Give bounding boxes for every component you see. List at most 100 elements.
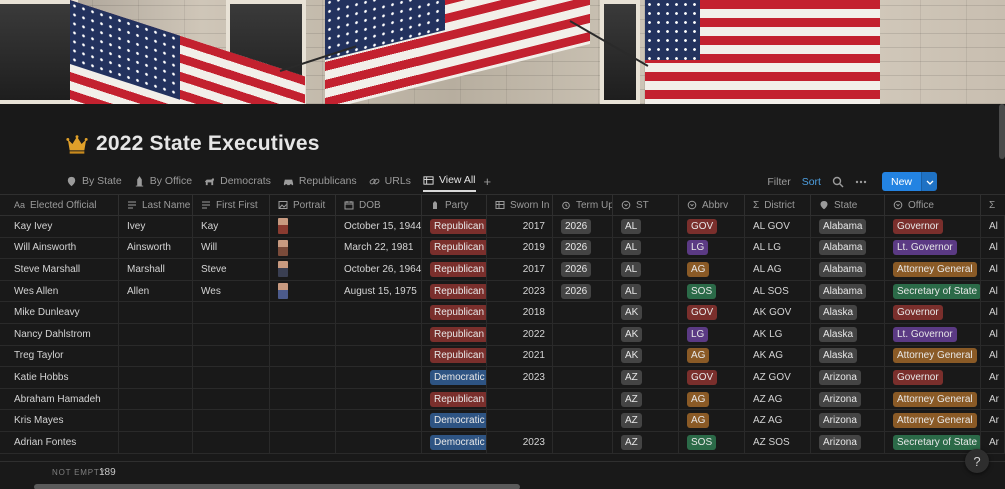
table-cell-district[interactable]: AL AG: [745, 259, 811, 280]
help-button[interactable]: ?: [965, 449, 989, 473]
table-cell-last[interactable]: Marshall: [119, 259, 193, 280]
table-cell-st[interactable]: AL: [613, 237, 679, 259]
sort-button[interactable]: Sort: [802, 176, 821, 188]
table-cell-official[interactable]: Will Ainsworth: [0, 237, 119, 259]
table-cell-st[interactable]: AL: [613, 216, 679, 237]
table-cell-first[interactable]: Wes: [193, 280, 270, 302]
filter-button[interactable]: Filter: [767, 176, 790, 188]
table-row[interactable]: Will Ainsworth Ainsworth Will March 22, 198…: [0, 237, 1005, 260]
column-header[interactable]: Office: [885, 195, 981, 215]
table-cell-office[interactable]: Attorney General: [885, 388, 981, 410]
table-cell-office[interactable]: Lt. Governor: [885, 237, 981, 259]
table-cell-district[interactable]: AK GOV: [745, 302, 811, 323]
tab-republicans[interactable]: Republicans: [283, 170, 357, 192]
table-cell-district[interactable]: AZ AG: [745, 410, 811, 431]
table-cell-official[interactable]: Adrian Fontes: [0, 431, 119, 453]
column-header[interactable]: Term Up: [553, 195, 613, 215]
table-cell-official[interactable]: Treg Taylor: [0, 345, 119, 367]
table-cell-dob[interactable]: [336, 302, 422, 323]
table-cell-state[interactable]: Alabama: [811, 237, 885, 259]
table-row[interactable]: Nancy Dahlstrom Republican 2022 AK LG AK LG Al…: [0, 323, 1005, 346]
table-cell-sworn[interactable]: 2021: [487, 345, 553, 367]
more-options-icon[interactable]: [855, 176, 867, 188]
table-cell-sworn[interactable]: [487, 388, 553, 410]
table-row[interactable]: Adrian Fontes Democratic 2023 AZ SOS AZ SOS Ar…: [0, 431, 1005, 454]
table-cell-party[interactable]: Republican: [422, 302, 487, 323]
table-cell-first[interactable]: [193, 388, 270, 410]
table-cell-state[interactable]: Alabama: [811, 259, 885, 280]
table-cell-term[interactable]: [553, 345, 613, 367]
table-cell-abbrv[interactable]: AG: [679, 410, 745, 431]
table-cell-last[interactable]: [119, 302, 193, 323]
table-cell-portrait[interactable]: [270, 388, 336, 410]
table-cell-last[interactable]: [119, 367, 193, 388]
table-cell-last[interactable]: Ivey: [119, 216, 193, 237]
column-header[interactable]: Portrait: [270, 195, 336, 215]
table-cell-first[interactable]: Will: [193, 237, 270, 259]
tab-democrats[interactable]: Democrats: [204, 170, 271, 192]
table-cell-last[interactable]: [119, 388, 193, 410]
table-cell-portrait[interactable]: [270, 237, 336, 259]
table-cell-office[interactable]: Governor: [885, 302, 981, 323]
table-cell-official[interactable]: Steve Marshall: [0, 259, 119, 280]
table-row[interactable]: Steve Marshall Marshall Steve October 26, 1…: [0, 259, 1005, 281]
tab-by-state[interactable]: By State: [66, 170, 122, 192]
table-cell-st[interactable]: AZ: [613, 410, 679, 431]
table-cell-extra[interactable]: Al: [981, 323, 1005, 345]
table-cell-last[interactable]: Allen: [119, 280, 193, 302]
table-row[interactable]: Mike Dunleavy Republican 2018 AK GOV AK GOV Al…: [0, 302, 1005, 324]
table-cell-portrait[interactable]: [270, 216, 336, 237]
table-cell-abbrv[interactable]: SOS: [679, 280, 745, 302]
table-cell-term[interactable]: 2026: [553, 280, 613, 302]
table-row[interactable]: Treg Taylor Republican 2021 AK AG AK AG Alaska…: [0, 345, 1005, 368]
table-cell-party[interactable]: Republican: [422, 280, 487, 302]
calculation-label[interactable]: NOT EMPTY: [52, 468, 106, 477]
table-row[interactable]: Abraham Hamadeh Republican AZ AG AZ AG Arizon…: [0, 388, 1005, 411]
table-cell-party[interactable]: Republican: [422, 323, 487, 345]
column-header[interactable]: Last Name: [119, 195, 193, 215]
table-cell-dob[interactable]: March 22, 1981: [336, 237, 422, 259]
table-cell-st[interactable]: AL: [613, 259, 679, 280]
column-header[interactable]: State: [811, 195, 885, 215]
table-cell-abbrv[interactable]: AG: [679, 345, 745, 367]
column-header[interactable]: ST: [613, 195, 679, 215]
table-cell-abbrv[interactable]: GOV: [679, 367, 745, 388]
table-cell-dob[interactable]: [336, 367, 422, 388]
tab-view-all[interactable]: View All: [422, 170, 476, 192]
table-cell-party[interactable]: Democratic: [422, 431, 487, 453]
column-header[interactable]: First First: [193, 195, 270, 215]
table-cell-first[interactable]: Kay: [193, 216, 270, 237]
new-button-label[interactable]: New: [881, 172, 921, 191]
table-cell-dob[interactable]: [336, 431, 422, 453]
table-cell-district[interactable]: AK LG: [745, 323, 811, 345]
table-cell-last[interactable]: Ainsworth: [119, 237, 193, 259]
table-cell-district[interactable]: AL GOV: [745, 216, 811, 237]
table-cell-first[interactable]: Steve: [193, 259, 270, 280]
table-cell-term[interactable]: 2026: [553, 216, 613, 237]
table-cell-term[interactable]: [553, 302, 613, 323]
table-cell-state[interactable]: Alaska: [811, 302, 885, 323]
table-cell-st[interactable]: AZ: [613, 388, 679, 410]
table-cell-sworn[interactable]: 2023: [487, 431, 553, 453]
table-cell-portrait[interactable]: [270, 431, 336, 453]
table-cell-district[interactable]: AZ SOS: [745, 431, 811, 453]
column-header[interactable]: Party: [422, 195, 487, 215]
table-cell-sworn[interactable]: 2019: [487, 237, 553, 259]
table-cell-official[interactable]: Kris Mayes: [0, 410, 119, 431]
column-header-overflow[interactable]: Σ: [981, 195, 1005, 215]
table-cell-extra[interactable]: Al: [981, 216, 1005, 237]
new-button[interactable]: New: [881, 172, 937, 191]
table-cell-sworn[interactable]: [487, 410, 553, 431]
table-cell-term[interactable]: 2026: [553, 237, 613, 259]
table-cell-office[interactable]: Attorney General: [885, 259, 981, 280]
table-cell-st[interactable]: AZ: [613, 431, 679, 453]
tab-urls[interactable]: URLs: [369, 170, 411, 192]
table-cell-first[interactable]: [193, 410, 270, 431]
table-cell-state[interactable]: Arizona: [811, 431, 885, 453]
table-cell-party[interactable]: Republican: [422, 345, 487, 367]
table-cell-dob[interactable]: October 26, 1964: [336, 259, 422, 280]
table-cell-extra[interactable]: Ar: [981, 410, 1005, 431]
table-cell-office[interactable]: Governor: [885, 216, 981, 237]
table-cell-state[interactable]: Arizona: [811, 410, 885, 431]
table-cell-district[interactable]: AL SOS: [745, 280, 811, 302]
